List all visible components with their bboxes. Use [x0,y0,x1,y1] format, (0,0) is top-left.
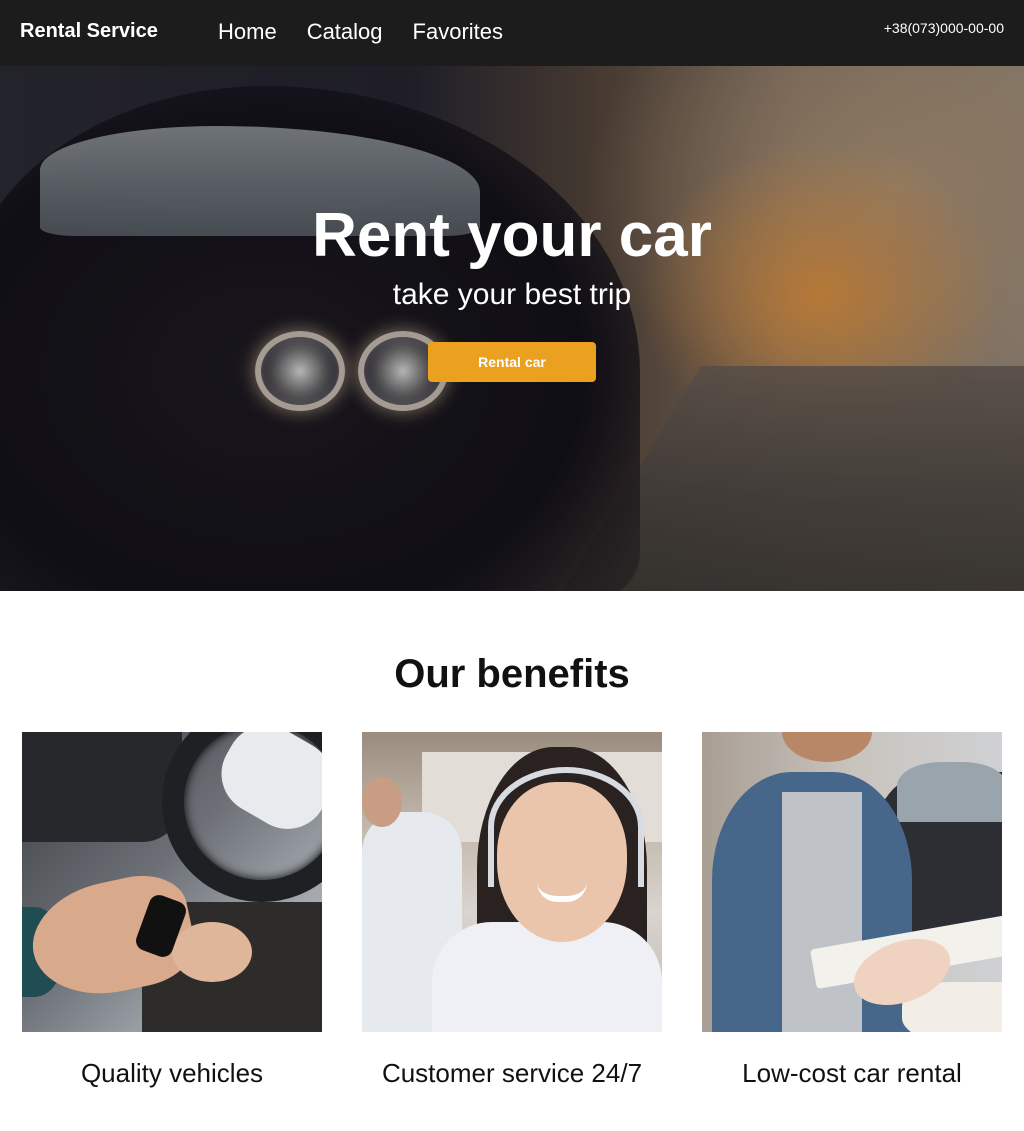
hero-subtitle: take your best trip [392,278,632,311]
benefits-title: Our benefits [394,652,630,696]
contract-signing-image [702,732,1002,1032]
site-header: Rental Service Home Catalog Favorites +3… [0,0,1024,66]
main-nav: Home Catalog Favorites [218,19,503,45]
benefit-card-quality: Quality vehicles [22,732,322,1089]
hero-overlay [0,66,1024,591]
phone-number[interactable]: +38(073)000-00-00 [884,20,1004,36]
nav-link-catalog[interactable]: Catalog [307,19,383,45]
benefit-card-service: Customer service 24/7 [362,732,662,1089]
hero-title: Rent your car [312,201,712,270]
benefit-caption: Quality vehicles [80,1058,264,1088]
car-keys-image [22,732,322,1032]
benefit-card-low-cost: Low-cost car rental [702,732,1002,1089]
benefit-caption: Customer service 24/7 [381,1058,643,1088]
site-logo[interactable]: Rental Service [20,20,158,43]
nav-link-home[interactable]: Home [218,19,277,45]
customer-service-image [362,732,662,1032]
hero-section: Rent your car take your best trip Rental… [0,66,1024,591]
benefit-caption: Low-cost car rental [742,1058,962,1088]
nav-link-favorites[interactable]: Favorites [413,19,503,45]
rental-car-button[interactable]: Rental car [428,342,596,382]
